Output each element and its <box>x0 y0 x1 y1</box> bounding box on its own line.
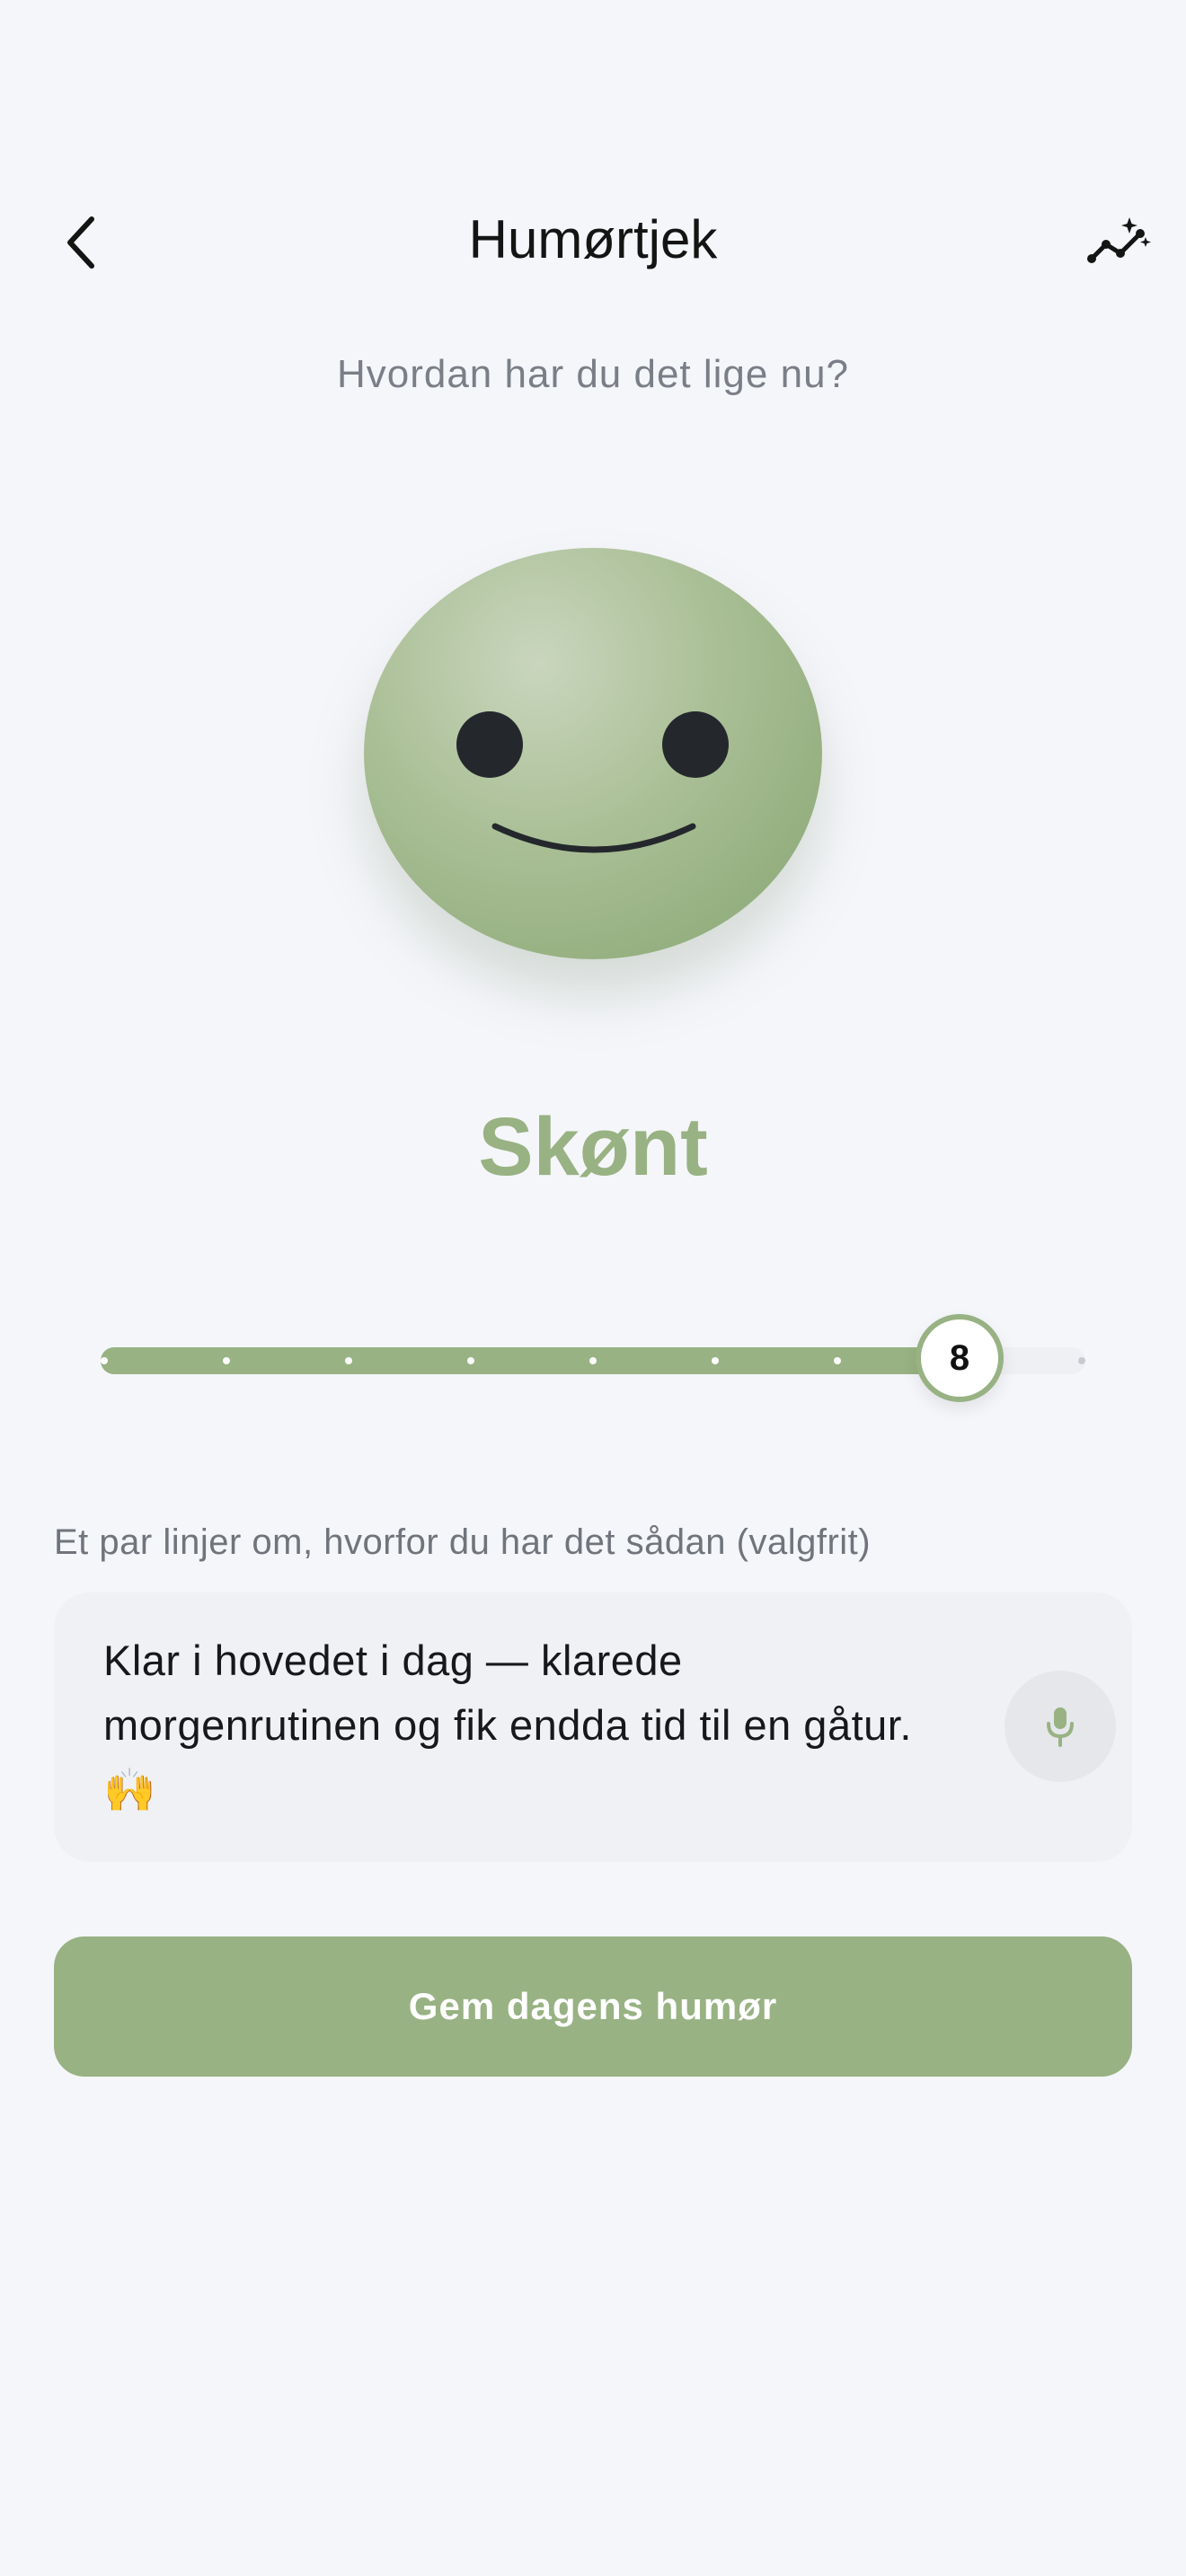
microphone-icon <box>1047 1707 1074 1747</box>
note-text[interactable]: Klar i hovedet i dag — klarede morgenrut… <box>103 1628 966 1822</box>
mouth <box>491 823 696 853</box>
face-body <box>364 548 822 959</box>
right-eye <box>662 711 729 778</box>
mood-slider[interactable]: 8 <box>101 1311 1085 1410</box>
insights-button[interactable] <box>1080 205 1161 277</box>
mood-label: Skønt <box>478 1101 708 1193</box>
slider-thumb[interactable]: 8 <box>916 1314 1004 1402</box>
left-eye <box>456 711 523 778</box>
smiley-face-icon <box>364 548 822 959</box>
slider-tick <box>467 1357 474 1364</box>
top-bar: Humørtjek <box>0 180 1186 305</box>
voice-input-button[interactable] <box>1005 1671 1116 1782</box>
sparkle-trend-icon <box>1087 217 1151 263</box>
page-title: Humørtjek <box>468 209 718 269</box>
slider-tick <box>834 1357 841 1364</box>
slider-tick <box>1078 1357 1085 1364</box>
slider-tick <box>101 1357 108 1364</box>
note-label: Et par linjer om, hvorfor du har det såd… <box>54 1522 872 1562</box>
slider-tick <box>712 1357 719 1364</box>
slider-value: 8 <box>949 1337 970 1378</box>
slider-tick <box>223 1357 230 1364</box>
slider-tick <box>345 1357 352 1364</box>
note-input[interactable]: Klar i hovedet i dag — klarede morgenrut… <box>54 1592 1132 1862</box>
slider-tick <box>589 1357 597 1364</box>
mood-question: Hvordan har du det lige nu? <box>336 352 850 396</box>
save-mood-button[interactable]: Gem dagens humør <box>54 1936 1132 2077</box>
